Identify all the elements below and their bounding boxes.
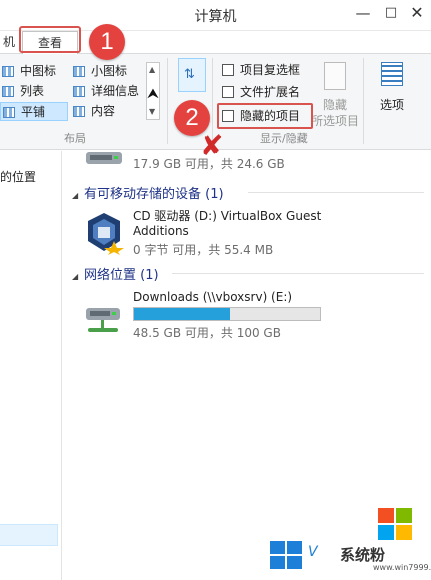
nav-item-recent-places[interactable]: 的位置: [0, 168, 36, 185]
layout-details[interactable]: 详细信息: [71, 82, 145, 101]
collapse-arrow-icon[interactable]: ◢: [72, 272, 82, 281]
section-divider: [172, 273, 424, 274]
step-1-callout: 1: [89, 24, 125, 60]
removable-devices-title: 有可移动存储的设备 (1): [84, 187, 224, 202]
network-drive-usage-fill: [134, 308, 230, 320]
watermark-brand: 系统粉: [340, 546, 386, 564]
hide-document-icon: [324, 62, 346, 90]
tiles-icon: [3, 107, 15, 118]
network-drive-usage-bar: [133, 307, 321, 321]
mouse-cursor-icon: ⮝: [147, 86, 159, 102]
options-label: 选项: [379, 98, 404, 112]
hide-selected-label-1: 隐藏: [322, 98, 347, 112]
layout-tiles-label: 平铺: [21, 105, 46, 119]
small-icons-icon: [73, 66, 85, 77]
show-hide-group-label: 显示/隐藏: [260, 132, 308, 145]
options-icon: [381, 62, 403, 86]
layout-details-label: 详细信息: [91, 84, 140, 98]
layout-medium-icons[interactable]: 中图标: [0, 62, 66, 81]
local-drive-size: 17.9 GB 可用，共 24.6 GB: [133, 157, 285, 171]
maximize-button[interactable]: □: [377, 0, 405, 26]
network-locations-title: 网络位置 (1): [84, 268, 159, 283]
navigation-pane: 的位置: [0, 151, 62, 580]
sort-by-button[interactable]: ⇅: [178, 58, 206, 92]
sort-icon: ⇅: [184, 67, 195, 82]
cd-drive-name[interactable]: CD 驱动器 (D:) VirtualBox Guest Additions: [133, 209, 343, 239]
layout-group-label: 布局: [64, 132, 86, 145]
scroll-down-icon[interactable]: ▼: [149, 107, 155, 116]
network-drive-name[interactable]: Downloads (\\vboxsrv) (E:): [133, 290, 292, 304]
item-checkboxes-option[interactable]: 项目复选框: [220, 61, 320, 79]
network-locations-header[interactable]: ◢ 网络位置 (1): [72, 264, 159, 283]
network-drive-icon[interactable]: [82, 298, 126, 338]
hide-selected-items-button[interactable]: 隐藏 所选项目: [311, 60, 359, 130]
layout-content[interactable]: 内容: [71, 102, 145, 121]
watermark-v: V: [308, 544, 318, 560]
network-drive-size: 48.5 GB 可用，共 100 GB: [133, 326, 281, 340]
options-button[interactable]: 选项: [372, 60, 412, 120]
cd-drive-size: 0 字节 可用，共 55.4 MB: [133, 243, 274, 257]
layout-small-icons[interactable]: 小图标: [71, 62, 145, 81]
close-button[interactable]: ✕: [403, 0, 431, 26]
hide-selected-label-2: 所选项目: [310, 114, 359, 128]
medium-icons-icon: [2, 66, 14, 77]
item-checkboxes-checkbox[interactable]: [222, 64, 234, 76]
layout-small-label: 小图标: [91, 64, 128, 78]
section-divider: [248, 192, 424, 193]
layout-list-label: 列表: [20, 84, 45, 98]
content-icon: [73, 106, 85, 117]
removable-devices-header[interactable]: ◢ 有可移动存储的设备 (1): [72, 183, 224, 202]
list-icon: [2, 86, 14, 97]
watermark-url: www.win7999.com: [373, 563, 431, 572]
file-extensions-option[interactable]: 文件扩展名: [220, 83, 320, 101]
file-extensions-checkbox[interactable]: [222, 86, 234, 98]
virtualbox-cd-icon[interactable]: [84, 211, 124, 255]
hard-drive-icon: [86, 152, 122, 164]
collapse-arrow-icon[interactable]: ◢: [72, 191, 82, 200]
tab-computer[interactable]: 机: [3, 33, 15, 50]
layout-medium-label: 中图标: [20, 64, 57, 78]
ribbon-separator: [363, 58, 364, 144]
nav-item-selected[interactable]: [0, 524, 58, 546]
minimize-button[interactable]: —: [349, 0, 377, 26]
file-extensions-label: 文件扩展名: [240, 85, 301, 99]
layout-list[interactable]: 列表: [0, 82, 66, 101]
layout-content-label: 内容: [91, 104, 116, 118]
item-checkboxes-label: 项目复选框: [240, 63, 301, 77]
hidden-items-highlight-box: [217, 103, 313, 129]
view-tab-highlight-box: [19, 26, 81, 53]
ribbon-separator: [167, 58, 168, 144]
microsoft-logo-icon: [378, 508, 412, 540]
windows-logo-icon: [270, 541, 304, 571]
layout-tiles[interactable]: 平铺: [0, 102, 68, 121]
scroll-up-icon[interactable]: ▲: [149, 65, 155, 74]
details-icon: [73, 86, 85, 97]
